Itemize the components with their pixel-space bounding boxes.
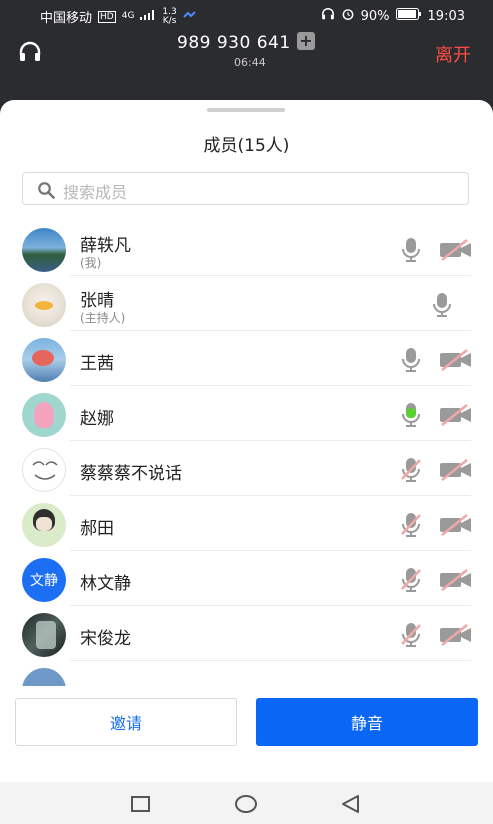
search-icon [37,181,55,199]
signal-icon [140,9,156,24]
microphone-icon[interactable] [400,237,422,263]
avatar [22,228,66,272]
recents-icon[interactable] [130,794,152,814]
member-row[interactable]: 赵娜 [0,386,493,441]
avatar [22,668,66,686]
video-off-icon[interactable] [439,514,473,536]
member-name: 郝田 [80,519,114,539]
avatar [22,283,66,327]
members-title: 成员(15人) [203,136,290,156]
speed-unit: K/s [162,15,177,26]
member-name: 林文静 [80,574,131,594]
home-icon[interactable] [234,794,257,814]
avatar-text: 文静 [30,573,58,589]
leave-button[interactable]: 离开 [435,41,471,67]
carrier-label: 中国移动 [40,11,93,26]
avatar [22,503,66,547]
mute-all-button[interactable]: 静音 [256,698,478,746]
search-input[interactable]: 搜索成员 [22,172,469,205]
member-name: 宋俊龙 [80,629,131,649]
status-bar: 中国移动 HD 4G 1.3 K/s 90% 19:03 [0,0,493,30]
invite-button[interactable]: 邀请 [15,698,237,746]
member-name: 张晴 [80,291,114,311]
app-notification-icon [183,9,197,24]
member-role: (主持人) [80,311,126,325]
member-name: 薛轶凡 [80,236,131,256]
member-name: 王茜 [80,354,114,374]
microphone-muted-icon[interactable] [400,622,422,648]
member-name: 赵娜 [80,409,114,429]
member-row[interactable]: 蔡蔡蔡不说话 [0,441,493,496]
clock: 19:03 [427,8,465,24]
member-row[interactable]: 张晴 (主持人) [0,276,493,331]
microphone-icon[interactable] [400,347,422,373]
call-duration: 06:44 [234,56,266,69]
member-list[interactable]: 薛轶凡 (我) 张晴 (主持人) 王茜 赵娜 蔡蔡蔡不说话 郝田 文静 林文静 … [0,221,493,686]
network-label: 4G [121,11,135,21]
avatar [22,393,66,437]
meeting-id: 989 930 641 [177,33,291,53]
security-shield-icon[interactable]: + [297,32,315,50]
microphone-muted-icon[interactable] [400,512,422,538]
call-header: 989 930 641 + 06:44 离开 [0,30,493,100]
member-row-partial[interactable] [0,661,493,686]
video-off-icon[interactable] [439,459,473,481]
video-off-icon[interactable] [439,569,473,591]
member-name: 蔡蔡蔡不说话 [80,464,182,484]
audio-output-icon[interactable] [18,40,42,64]
member-row[interactable]: 王茜 [0,331,493,386]
headset-status-icon [321,7,335,25]
member-row[interactable]: 文静 林文静 [0,551,493,606]
hd-icon: HD [98,10,116,23]
member-row[interactable]: 宋俊龙 [0,606,493,661]
avatar [22,448,66,492]
battery-icon [395,8,422,24]
video-off-icon[interactable] [439,624,473,646]
back-icon[interactable] [340,794,362,814]
avatar [22,338,66,382]
microphone-muted-icon[interactable] [400,457,422,483]
video-off-icon[interactable] [439,349,473,371]
battery-percent: 90% [360,8,390,24]
video-off-icon[interactable] [439,404,473,426]
member-row[interactable]: 薛轶凡 (我) [0,221,493,276]
member-row[interactable]: 郝田 [0,496,493,551]
system-nav-bar [0,782,493,824]
search-placeholder: 搜索成员 [63,183,128,202]
drag-handle[interactable] [207,108,285,112]
alarm-icon [341,7,355,25]
members-sheet: 成员(15人) 搜索成员 薛轶凡 (我) 张晴 (主持人) 王茜 赵娜 蔡蔡蔡不… [0,100,493,782]
microphone-icon[interactable] [431,292,453,318]
microphone-muted-icon[interactable] [400,567,422,593]
member-role: (我) [80,256,102,270]
avatar [22,613,66,657]
video-off-icon[interactable] [439,239,473,261]
avatar: 文静 [22,558,66,602]
microphone-active-icon[interactable] [400,402,422,428]
